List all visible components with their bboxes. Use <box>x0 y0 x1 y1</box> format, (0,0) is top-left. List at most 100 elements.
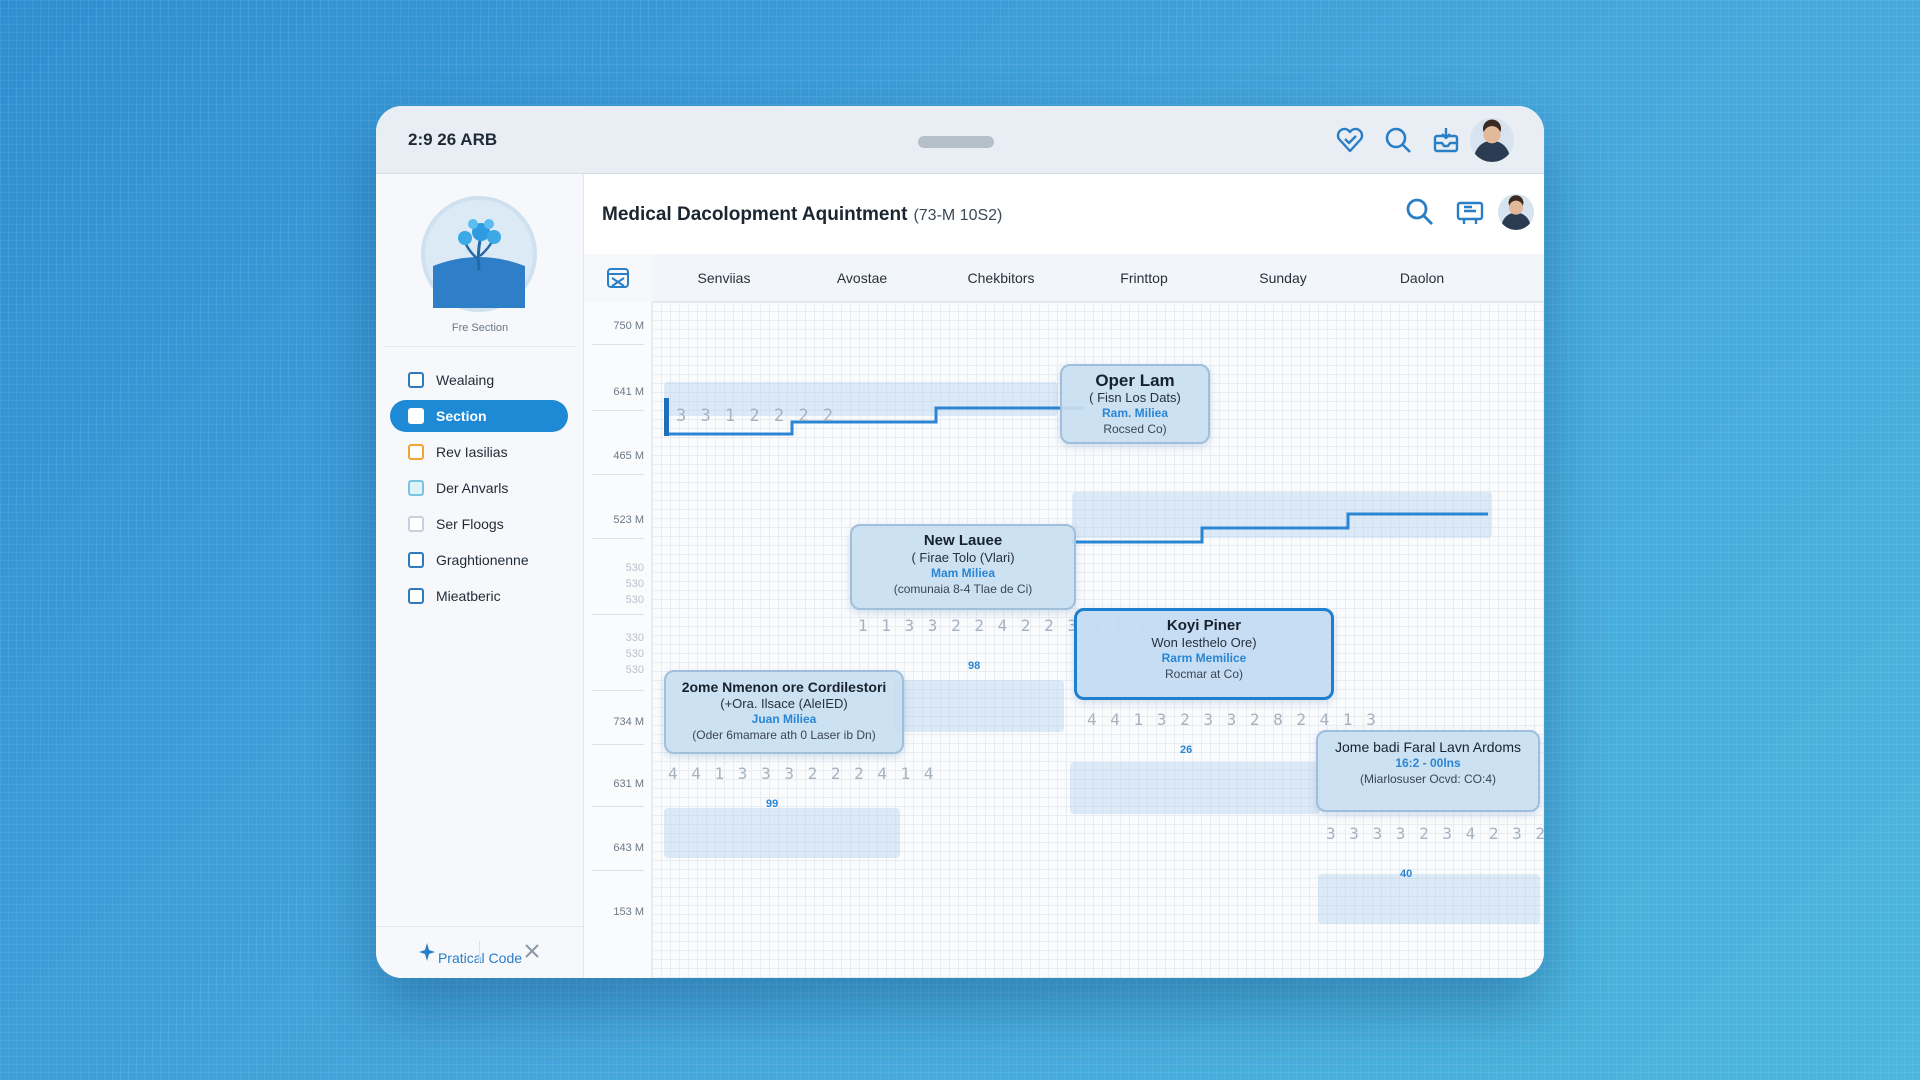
sidebar-item-graghtionenne[interactable]: Graghtionenne <box>390 544 568 576</box>
checkbox[interactable] <box>408 480 424 496</box>
event-band <box>1070 762 1320 814</box>
user-avatar[interactable] <box>1470 118 1514 162</box>
event-subtitle: ( Firae Tolo (Vlari) <box>911 550 1015 565</box>
calendar-grid[interactable]: 3 3 1 2 2 2 2 1 1 3 3 2 2 4 2 2 3 3 1 3 … <box>652 302 1544 978</box>
sidebar-divider <box>384 346 576 347</box>
logo <box>421 196 537 312</box>
event-title: 2ome Nmenon ore Cordilestori <box>681 679 887 695</box>
sidebar-item-label: Section <box>436 408 487 424</box>
event-title: Jome badi Faral Lavn Ardoms <box>1335 739 1521 755</box>
event-note: (Miarlosuser Ocvd: CO:4) <box>1359 772 1497 786</box>
time-rule <box>592 538 644 539</box>
time-label: 750 M <box>613 320 644 332</box>
footer-separator <box>479 941 480 963</box>
sidebar-item-label: Graghtionenne <box>436 552 529 568</box>
checkbox[interactable] <box>408 444 424 460</box>
timeline-track <box>1072 508 1488 548</box>
time-label: 523 M <box>613 514 644 526</box>
checkbox[interactable] <box>408 408 424 424</box>
sidebar-item-rev-iasilias[interactable]: Rev Iasilias <box>390 436 568 468</box>
time-label: 734 M <box>613 716 644 728</box>
day-header[interactable]: Chekbitors <box>941 270 1061 286</box>
time-label: 641 M <box>613 386 644 398</box>
time-rule <box>592 806 644 807</box>
checkbox[interactable] <box>408 372 424 388</box>
track-digits: 3 3 1 2 2 2 2 <box>676 406 836 426</box>
time-label: 153 M <box>613 906 644 918</box>
event-person: Ram. Miliea <box>1101 406 1169 420</box>
time-label: 530 <box>625 562 644 574</box>
title-bar: 2:9 26 ARB <box>376 106 1544 174</box>
heart-shield-icon[interactable] <box>1334 124 1366 156</box>
sidebar-item-der-anvarls[interactable]: Der Anvarls <box>390 472 568 504</box>
event-note: (Oder 6mamare ath 0 Laser ib Dn) <box>692 728 876 742</box>
count-badge: 40 <box>1400 868 1413 880</box>
checkbox[interactable] <box>408 552 424 568</box>
app-window: 2:9 26 ARB Fre Section Wealaing Section … <box>376 106 1544 978</box>
inbox-icon[interactable] <box>1430 124 1462 156</box>
time-column: 750 M 641 M 465 M 523 M 530 530 530 330 … <box>584 302 652 978</box>
event-band <box>1318 874 1540 924</box>
event-person: 16:2 - 00lns <box>1395 756 1461 770</box>
main-panel: Medical Dacolopment Aquintment (73-M 10S2… <box>584 174 1544 978</box>
count-badge: 26 <box>1180 744 1193 756</box>
time-rule <box>592 344 644 345</box>
event-card[interactable]: Jome badi Faral Lavn Ardoms 16:2 - 00lns… <box>1316 730 1540 812</box>
calendar-icon[interactable] <box>584 254 652 302</box>
sidebar-footer <box>376 926 584 978</box>
close-icon[interactable] <box>520 939 544 963</box>
user-avatar-small[interactable] <box>1498 194 1534 230</box>
event-card-selected[interactable]: Koyi Piner Won Iesthelo Ore) Rarm Memili… <box>1074 608 1334 700</box>
time-label: 530 <box>625 648 644 660</box>
time-rule <box>592 410 644 411</box>
event-band <box>664 808 900 858</box>
time-rule <box>592 744 644 745</box>
event-band <box>894 680 1064 732</box>
track-digits: 4 4 1 3 3 3 2 2 2 4 1 4 <box>668 764 936 783</box>
time-label: 530 <box>625 578 644 590</box>
time-rule <box>592 474 644 475</box>
search-icon[interactable] <box>1404 196 1436 228</box>
day-header[interactable]: Daolon <box>1362 270 1482 286</box>
count-badge: 98 <box>968 660 981 672</box>
page-title-text: Medical Dacolopment Aquintment <box>602 204 908 225</box>
sidebar: Fre Section Wealaing Section Rev Iasilia… <box>376 174 584 978</box>
day-header[interactable]: Frinttop <box>1084 270 1204 286</box>
page-title-code: (73-M 10S2) <box>913 207 1003 224</box>
clock: 2:9 26 ARB <box>408 130 498 149</box>
calendar-header: Senviias Avostae Chekbitors Frinttop Sun… <box>584 254 1544 302</box>
event-subtitle: ( Fisn Los Dats) <box>1089 390 1181 405</box>
event-person: Juan Miliea <box>751 712 817 726</box>
checkbox[interactable] <box>408 588 424 604</box>
calendar: Senviias Avostae Chekbitors Frinttop Sun… <box>584 254 1544 978</box>
event-card[interactable]: Oper Lam ( Fisn Los Dats) Ram. Miliea Ro… <box>1060 364 1210 444</box>
checkbox[interactable] <box>408 516 424 532</box>
track-digits: 3 3 3 3 2 3 4 2 3 2 5 1 3 <box>1326 824 1544 843</box>
event-title: New Lauee <box>923 532 1003 549</box>
day-header[interactable]: Sunday <box>1223 270 1343 286</box>
event-subtitle: (+Ora. Ilsace (AleIED) <box>720 696 848 711</box>
event-title: Oper Lam <box>1095 371 1175 390</box>
pin-icon[interactable] <box>416 941 438 963</box>
sidebar-item-label: Wealaing <box>436 372 495 388</box>
search-icon[interactable] <box>1382 124 1414 156</box>
present-icon[interactable] <box>1454 196 1486 228</box>
sidebar-item-wealaing[interactable]: Wealaing <box>390 364 568 396</box>
event-note: (comunaia 8-4 Tlae de Ci) <box>893 582 1033 596</box>
time-label: 530 <box>625 594 644 606</box>
event-card[interactable]: New Lauee ( Firae Tolo (Vlari) Mam Milie… <box>850 524 1076 610</box>
drag-handle[interactable] <box>918 136 994 148</box>
time-label: 631 M <box>613 778 644 790</box>
sidebar-item-section[interactable]: Section <box>390 400 568 432</box>
time-rule <box>592 614 644 615</box>
event-card[interactable]: 2ome Nmenon ore Cordilestori (+Ora. Ilsa… <box>664 670 904 754</box>
day-header[interactable]: Avostae <box>802 270 922 286</box>
event-title: Koyi Piner <box>1166 617 1242 634</box>
sidebar-item-ser-floogs[interactable]: Ser Floogs <box>390 508 568 540</box>
day-header[interactable]: Senviias <box>664 270 784 286</box>
sidebar-item-mieatberic[interactable]: Mieatberic <box>390 580 568 612</box>
time-label: 530 <box>625 664 644 676</box>
logo-caption: Fre Section <box>451 322 509 334</box>
time-rule <box>592 690 644 691</box>
sidebar-item-label: Ser Floogs <box>436 516 504 532</box>
